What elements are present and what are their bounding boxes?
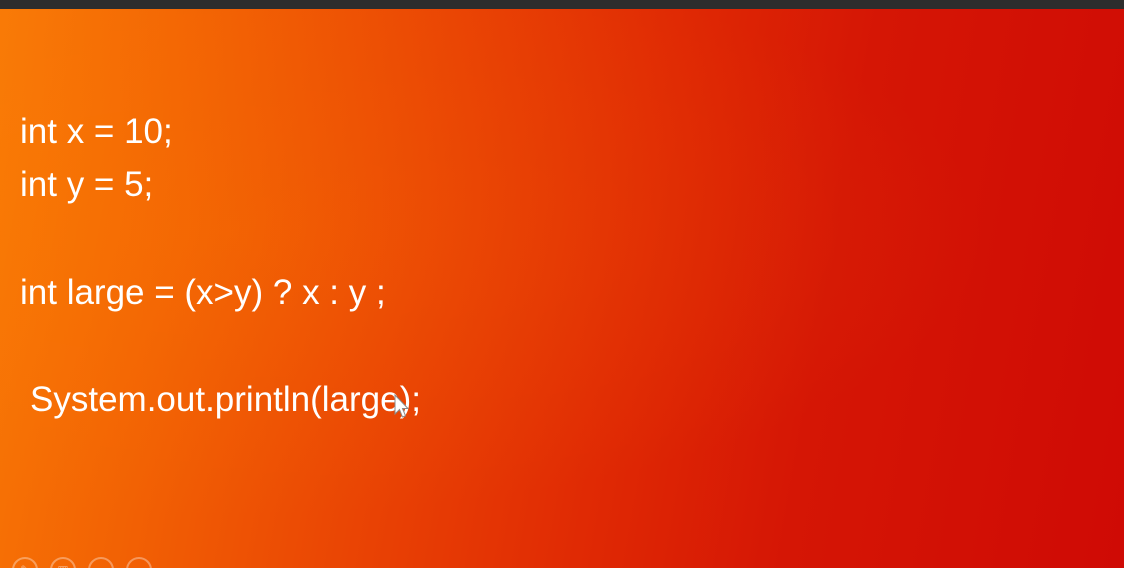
code-line-4: System.out.println(large); [30,380,421,419]
code-line-1: int x = 10; [20,112,173,151]
text-cursor-icon [394,394,410,418]
slides-grid-icon[interactable]: ▦ [50,557,76,568]
presentation-slide: int x = 10; int y = 5; int large = (x>y)… [0,9,1124,568]
window-top-bar [0,0,1124,9]
slide-controls: ✎ ▦ ⌕ ⋯ [12,557,152,568]
code-line-3: int large = (x>y) ? x : y ; [20,273,386,312]
zoom-icon[interactable]: ⌕ [88,557,114,568]
pen-icon[interactable]: ✎ [12,557,38,568]
more-options-icon[interactable]: ⋯ [126,557,152,568]
code-line-2: int y = 5; [20,165,154,204]
